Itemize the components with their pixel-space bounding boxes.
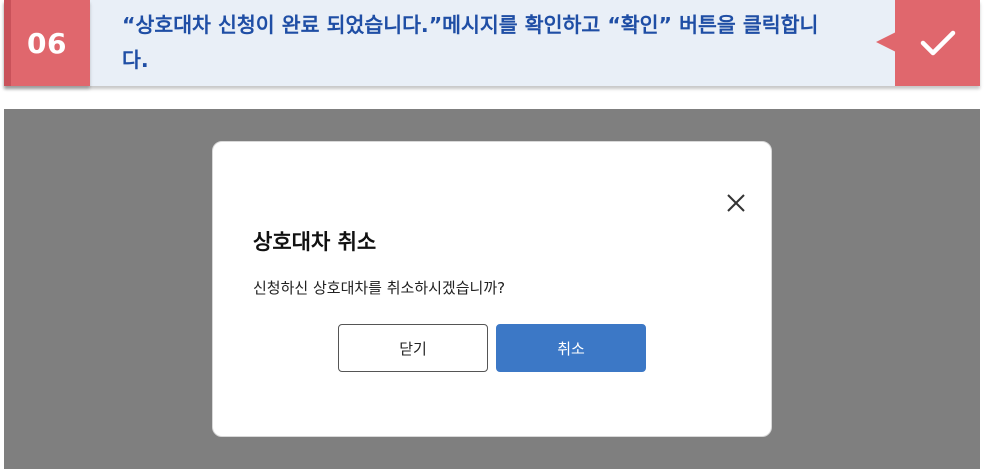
check-badge [895, 0, 980, 86]
confirm-cancel-button[interactable]: 취소 [496, 324, 646, 372]
instruction-banner: “상호대차 신청이 완료 되었습니다.”메시지를 확인하고 “확인” 버튼을 클… [4, 0, 980, 86]
step-number: 06 [27, 26, 67, 60]
cancel-loan-dialog: 상호대차 취소 신청하신 상호대차를 취소하시겠습니까? 닫기 취소 [212, 141, 772, 437]
close-button[interactable]: 닫기 [338, 324, 488, 372]
step-badge: 06 [4, 0, 90, 86]
dialog-message: 신청하신 상호대차를 취소하시겠습니까? [253, 279, 506, 297]
check-notch [876, 32, 896, 52]
instruction-text: “상호대차 신청이 완료 되었습니다.”메시지를 확인하고 “확인” 버튼을 클… [122, 13, 819, 72]
page: “상호대차 신청이 완료 되었습니다.”메시지를 확인하고 “확인” 버튼을 클… [0, 0, 984, 469]
close-icon[interactable] [725, 192, 747, 214]
check-icon [895, 0, 980, 86]
dialog-title: 상호대차 취소 [253, 230, 377, 254]
